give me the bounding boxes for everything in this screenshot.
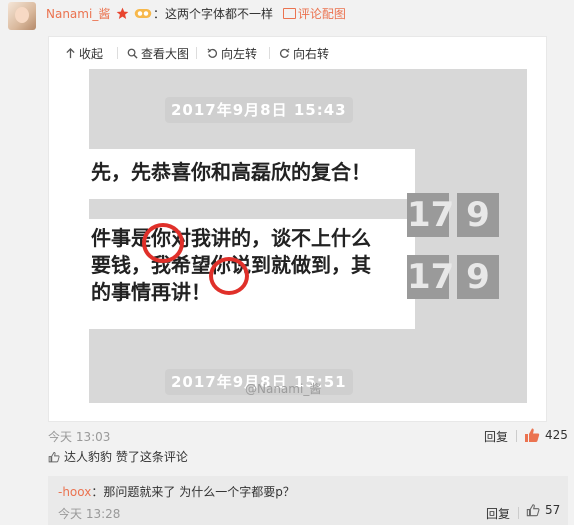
meta-divider (516, 430, 517, 442)
avatar[interactable] (8, 2, 36, 30)
photo-timestamp-top: 2017年9月8日 15:43 (165, 97, 353, 123)
sub-reply-colon: ： (91, 485, 104, 499)
sub-reply-button[interactable]: 回复 (486, 505, 510, 522)
rotate-right-label: 向右转 (293, 47, 330, 61)
rotate-left-icon (207, 48, 218, 58)
digit-box: 17 (407, 255, 455, 299)
photo-bubble-1: 先，先恭喜你和高磊欣的复合！ (89, 149, 415, 199)
highlight-circle-2 (209, 257, 249, 295)
comment-line: Nanami_酱 ：这两个字体都不一样 评论配图 (46, 5, 346, 22)
view-large-label: 查看大图 (141, 47, 190, 61)
toolbar-divider (269, 47, 270, 59)
media-card: 收起 查看大图 向左转 向右转 2017年9月8日 15:43 先，先恭喜你和高… (48, 36, 547, 422)
comment-time: 今天 13:03 (48, 430, 111, 444)
rotate-right-button[interactable]: 向右转 (279, 45, 329, 62)
collapse-button[interactable]: 收起 (65, 45, 103, 62)
sub-reply-line: -hoox：那问题就来了 为什么一个字都要p？ (58, 483, 295, 500)
sub-reply-like-count: 57 (545, 503, 561, 517)
sub-reply-text: 那问题就来了 为什么一个字都要p？ (103, 485, 295, 499)
member-badge-icon[interactable] (134, 7, 152, 20)
comment-meta: 今天 13:03 回复 425 (48, 428, 570, 444)
pic-link-label: 评论配图 (297, 7, 346, 21)
arrow-up-icon (66, 48, 75, 59)
liked-by-text: 达人豹豹 赞了这条评论 (64, 450, 188, 464)
reply-button[interactable]: 回复 (484, 428, 508, 445)
comment-pic-link[interactable]: 评论配图 (282, 7, 346, 21)
rotate-right-icon (279, 48, 290, 58)
like-count: 425 (545, 428, 568, 442)
thumbs-up-outline-icon (48, 451, 60, 462)
photo-bubble-2: 件事是你对我讲的，谈不上什么 要钱，我希望你说到就做到，其 的事情再讲！ (89, 219, 415, 329)
sub-reply-username[interactable]: -hoox (58, 485, 91, 499)
bubble-2-line-1: 件事是你对我讲的，谈不上什么 (91, 226, 371, 250)
toolbar-divider (117, 47, 118, 59)
star-badge-icon[interactable] (116, 7, 129, 20)
sub-reply: -hoox：那问题就来了 为什么一个字都要p？ 今天 13:28 回复 57 (48, 476, 568, 525)
rotate-left-button[interactable]: 向左转 (207, 45, 257, 62)
digit-box: 9 (457, 193, 499, 237)
thumbs-up-outline-icon (526, 504, 540, 517)
username-link[interactable]: Nanami_酱 (46, 7, 110, 21)
digit-box: 17 (407, 193, 455, 237)
view-large-button[interactable]: 查看大图 (127, 45, 189, 62)
rotate-left-label: 向左转 (221, 47, 258, 61)
collapse-label: 收起 (79, 47, 104, 61)
sub-reply-divider (518, 507, 519, 519)
sub-reply-like-button[interactable]: 57 (526, 503, 560, 517)
bubble-2-line-2: 要钱，我希望你说到就做到，其 (91, 253, 371, 277)
bubble-2-line-3: 的事情再讲！ (91, 280, 211, 304)
comment-photo[interactable]: 2017年9月8日 15:43 先，先恭喜你和高磊欣的复合！ 件事是你对我讲的，… (89, 69, 527, 403)
like-button[interactable]: 425 (524, 427, 568, 443)
magnifier-icon (127, 48, 138, 59)
toolbar-divider (196, 47, 197, 59)
photo-watermark: @Nanami_酱 (245, 382, 322, 396)
digit-box: 9 (457, 255, 499, 299)
comment-header: Nanami_酱 ：这两个字体都不一样 评论配图 (0, 0, 574, 30)
highlight-circle-1 (142, 223, 184, 263)
thumbs-up-icon (525, 428, 540, 442)
sub-reply-time: 今天 13:28 (58, 507, 121, 521)
media-toolbar: 收起 查看大图 向左转 向右转 (49, 37, 546, 67)
comment-colon: ： (152, 7, 165, 21)
comment-text: 这两个字体都不一样 (165, 7, 274, 21)
image-icon (282, 8, 296, 19)
liked-by-row: 达人豹豹 赞了这条评论 (48, 448, 188, 465)
